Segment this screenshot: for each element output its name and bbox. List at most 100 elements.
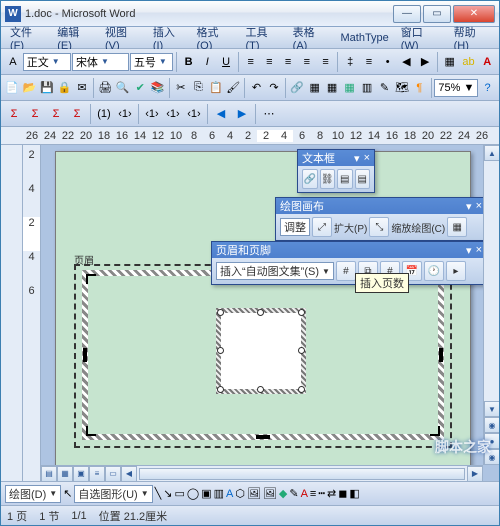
docmap-button[interactable]: 🗺 (394, 78, 410, 98)
eq-paren-button[interactable]: (1) (94, 104, 114, 124)
clipart-button[interactable]: 🖼 (247, 487, 261, 500)
align-left-button[interactable]: ≡ (242, 52, 260, 72)
hf-time-button[interactable]: 🕐 (424, 261, 444, 281)
font-combo[interactable]: 宋体▼ (72, 53, 129, 71)
maximize-button[interactable]: ▭ (423, 5, 451, 23)
insert-table-button[interactable]: ▦ (324, 78, 340, 98)
font-color-button[interactable]: A (478, 52, 496, 72)
line-color-button[interactable]: ✎ (289, 487, 298, 500)
permission-button[interactable]: 🔒 (56, 78, 72, 98)
italic-button[interactable]: I (198, 52, 216, 72)
fill-color-button[interactable]: ◆ (279, 487, 287, 500)
eq-ref3-button[interactable]: ‹1› (184, 104, 204, 124)
font-color-button2[interactable]: A (301, 488, 308, 500)
hf-page-number-button[interactable]: # (336, 261, 356, 281)
bulleted-list-button[interactable]: • (379, 52, 397, 72)
sigma4-button[interactable]: Σ (67, 104, 87, 124)
textbox-toolbar[interactable]: 文本框▾× 🔗 ⛓ ▤ ▤ (297, 149, 375, 193)
align-center-button[interactable]: ≡ (261, 52, 279, 72)
highlight-button[interactable]: ab (460, 52, 478, 72)
shadow-button[interactable]: ◼ (338, 487, 347, 500)
canvas-toolbar[interactable]: 绘图画布▾× 调整 ⤢ 扩大(P) ⤡ 缩放绘图(C) ▦ (275, 197, 487, 241)
horizontal-scrollbar[interactable]: ▤ ▦ ▣ ≡ ▭ ◀ ▶ (41, 465, 483, 481)
oval-button[interactable]: ◯ (187, 487, 199, 500)
indent-button[interactable]: ▶ (416, 52, 434, 72)
sigma3-button[interactable]: Σ (46, 104, 66, 124)
close-button[interactable]: ✕ (453, 5, 495, 23)
align-right-button[interactable]: ≡ (279, 52, 297, 72)
sigma1-button[interactable]: Σ (4, 104, 24, 124)
hscroll-thumb[interactable] (139, 468, 465, 480)
hyperlink-button[interactable]: 🔗 (289, 78, 305, 98)
arrow-button[interactable]: ↘ (163, 487, 172, 500)
format-painter-button[interactable]: 🖌 (225, 78, 241, 98)
textbox-prev-button[interactable]: ▤ (337, 169, 353, 189)
eq-bracket-button[interactable]: ‹1› (115, 104, 135, 124)
drawing-button[interactable]: ✎ (376, 78, 392, 98)
border-button[interactable]: ▦ (441, 52, 459, 72)
zoom-combo[interactable]: 75%▼ (434, 79, 478, 97)
outline-view-button[interactable]: ≡ (89, 466, 105, 482)
textbox-object[interactable] (220, 312, 302, 390)
scroll-up-button[interactable]: ▲ (484, 145, 499, 161)
style-combo[interactable]: 正文▼ (23, 53, 71, 71)
read-view-button[interactable]: ▭ (105, 466, 121, 482)
outdent-button[interactable]: ◀ (398, 52, 416, 72)
dash-style-button[interactable]: ┅ (318, 487, 325, 500)
select-objects-button[interactable]: ↖ (63, 487, 72, 500)
show-marks-button[interactable]: ¶ (411, 78, 427, 98)
picture-button[interactable]: 🖼 (263, 487, 277, 500)
header-footer-toolbar[interactable]: 页眉和页脚▾× 插入“自动图文集”(S)▼ # ⧉ #̲ 📅 🕐 ▸ (211, 241, 487, 285)
redo-button[interactable]: ↷ (266, 78, 282, 98)
print-view-button[interactable]: ▣ (73, 466, 89, 482)
excel-button[interactable]: ▦ (341, 78, 357, 98)
bold-button[interactable]: B (180, 52, 198, 72)
vtextbox-button[interactable]: ▥ (214, 487, 224, 500)
wordart-button[interactable]: A (226, 488, 233, 500)
mail-button[interactable]: ✉ (74, 78, 90, 98)
distribute-button[interactable]: ≡ (317, 52, 335, 72)
vertical-scrollbar[interactable]: ▲ ▼ ◉ ● ◉ (483, 145, 499, 465)
tables-borders-button[interactable]: ▦ (306, 78, 322, 98)
toolbar-options-icon[interactable]: ▾ (354, 152, 360, 165)
line-style-button[interactable]: ≡ (310, 488, 316, 500)
3d-button[interactable]: ◧ (349, 487, 359, 500)
eq-ref1-button[interactable]: ‹1› (142, 104, 162, 124)
draw-menu[interactable]: 绘图(D)▼ (5, 485, 61, 503)
arrow-style-button[interactable]: ⇄ (327, 487, 336, 500)
canvas-fit-button[interactable]: 调整 (280, 218, 310, 236)
diagram-button[interactable]: ⬡ (235, 487, 245, 500)
scroll-right-button[interactable]: ▶ (467, 466, 483, 482)
scroll-down-button[interactable]: ▼ (484, 401, 499, 417)
web-view-button[interactable]: ▦ (57, 466, 73, 482)
rectangle-button[interactable]: ▭ (174, 487, 184, 500)
canvas-wrap-button[interactable]: ▦ (447, 217, 467, 237)
open-button[interactable]: 📂 (21, 78, 37, 98)
minimize-button[interactable]: — (393, 5, 421, 23)
textbox-break-button[interactable]: ⛓ (320, 169, 336, 189)
line-button[interactable]: ╲ (155, 487, 162, 500)
eq-next-button[interactable]: ▶ (232, 104, 252, 124)
textbox-button[interactable]: ▣ (201, 487, 211, 500)
print-button[interactable]: 🖨 (97, 78, 113, 98)
eq-prev-button[interactable]: ◀ (211, 104, 231, 124)
columns-button[interactable]: ▥ (359, 78, 375, 98)
hf-more-button[interactable]: ▸ (446, 261, 466, 281)
research-button[interactable]: 📚 (149, 78, 165, 98)
help-button[interactable]: ? (479, 78, 495, 98)
new-button[interactable]: 📄 (4, 78, 20, 98)
toolbar-close-icon[interactable]: × (364, 152, 370, 165)
normal-view-button[interactable]: ▤ (41, 466, 57, 482)
line-spacing-button[interactable]: ‡ (341, 52, 359, 72)
preview-button[interactable]: 🔍 (115, 78, 131, 98)
hf-autotext-combo[interactable]: 插入“自动图文集”(S)▼ (216, 262, 334, 280)
justify-button[interactable]: ≡ (298, 52, 316, 72)
undo-button[interactable]: ↶ (248, 78, 264, 98)
toolbar-options-icon[interactable]: ▾ (466, 244, 472, 257)
numbered-list-button[interactable]: ≡ (360, 52, 378, 72)
autoshapes-menu[interactable]: 自选图形(U)▼ (74, 485, 152, 503)
canvas-scale-icon[interactable]: ⤡ (369, 217, 389, 237)
textbox-next-button[interactable]: ▤ (355, 169, 371, 189)
eq-ref2-button[interactable]: ‹1› (163, 104, 183, 124)
horizontal-ruler[interactable]: 2624222018161412108642246810121416182022… (1, 127, 499, 145)
